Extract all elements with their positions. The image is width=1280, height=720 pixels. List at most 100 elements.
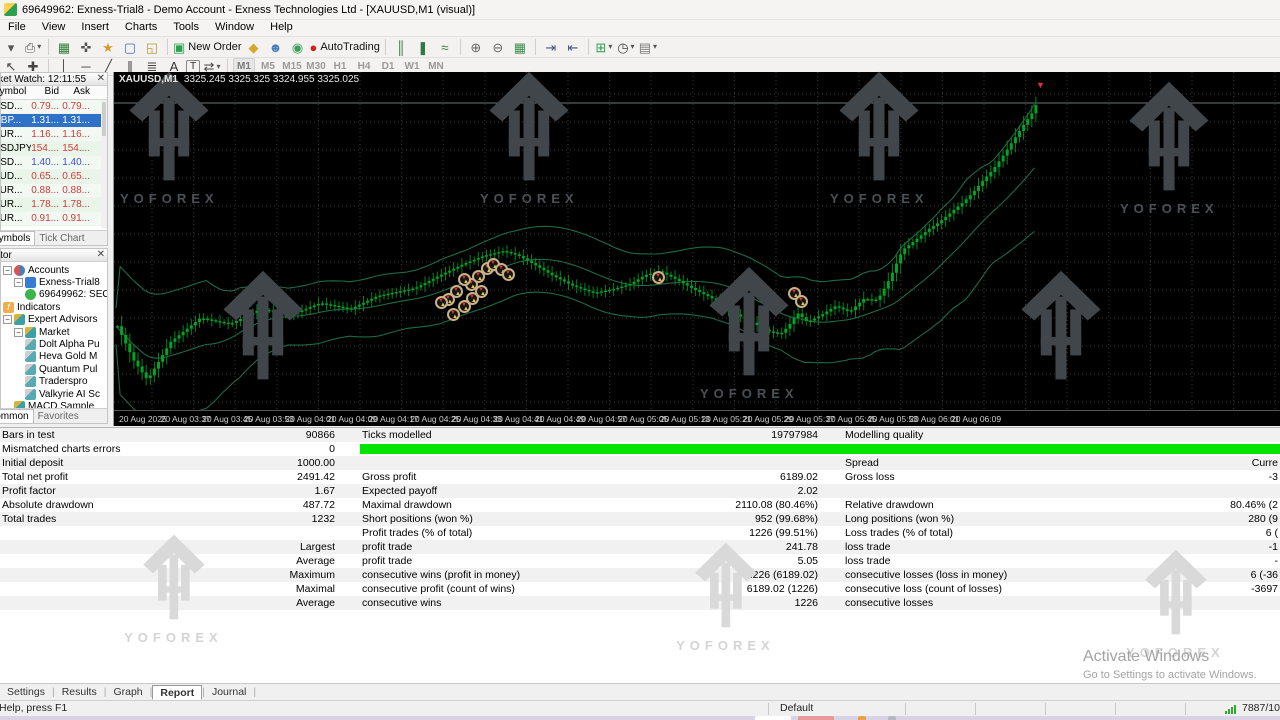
tile-windows-icon[interactable]: ▦	[510, 38, 530, 56]
navigator-item-accounts[interactable]: −Accounts	[1, 264, 107, 276]
market-watch-scrollbar[interactable]	[101, 100, 107, 228]
tab-tick-chart[interactable]: Tick Chart	[35, 232, 88, 245]
metaeditor-icon[interactable]: ◆	[243, 38, 263, 56]
bid-cell: 0.65...	[31, 171, 62, 182]
templates-button[interactable]: ▤▾	[638, 38, 658, 56]
column-header-symbol[interactable]: Symbol	[0, 86, 31, 99]
new-order-button[interactable]: ▣New Order	[173, 38, 241, 56]
chart-window[interactable]: XAUUSD,M13325.245 3325.325 3324.955 3325…	[113, 72, 1280, 426]
tester-tab-settings[interactable]: Settings	[0, 685, 52, 699]
trade-marker[interactable]: ▼▲	[458, 273, 471, 286]
title-bar[interactable]: 69649962: Exness-Trial8 - Demo Account -…	[0, 0, 1280, 20]
tab-symbols[interactable]: Symbols	[0, 231, 35, 245]
auto-scroll-icon[interactable]: ⇥	[541, 38, 561, 56]
menu-window[interactable]: Window	[207, 20, 262, 36]
close-icon[interactable]: ✕	[97, 249, 105, 260]
zoom-out-icon[interactable]: ⊖	[488, 38, 508, 56]
menu-file[interactable]: File	[0, 20, 34, 36]
status-profile[interactable]: Default	[780, 702, 900, 714]
navigator-item-traderspro[interactable]: Traderspro	[1, 376, 107, 388]
navigator-item-expert-advisors[interactable]: −Expert Advisors	[1, 314, 107, 326]
new-chart-dropdown[interactable]: ▾	[1, 38, 21, 56]
collapse-icon[interactable]: −	[3, 266, 12, 275]
tab-favorites[interactable]: Favorites	[34, 410, 83, 423]
tester-tab-journal[interactable]: Journal	[205, 685, 253, 699]
print-button[interactable]: ⎙▾	[23, 38, 43, 56]
chart-shift-icon[interactable]: ⇤	[563, 38, 583, 56]
profiles-icon[interactable]: ★	[98, 38, 118, 56]
trade-marker[interactable]: ▼▲	[652, 271, 665, 284]
report-label-1: Mismatched charts errors	[2, 443, 242, 455]
market-watch-row[interactable]: EUR...0.91...0.91...	[1, 212, 107, 226]
menu-tools[interactable]: Tools	[165, 20, 207, 36]
community-icon[interactable]: ◉	[287, 38, 307, 56]
data-window-toggle[interactable]: ◱	[142, 38, 162, 56]
report-row: Averageprofit trade5.05loss trade-	[0, 554, 1280, 568]
ea2-icon	[25, 364, 36, 375]
chevron-down-icon[interactable]: ▾	[37, 43, 41, 51]
ask-cell: 0.91...	[62, 213, 93, 224]
navigator-item-indicators[interactable]: fIndicators	[1, 301, 107, 313]
market-watch-row[interactable]: USD...1.40...1.40...	[1, 156, 107, 170]
market-watch-row[interactable]: USD...0.79...0.79...	[1, 100, 107, 114]
periods-button[interactable]: ◷▾	[616, 38, 636, 56]
navigator-item-macd-sample[interactable]: MACD Sample	[1, 400, 107, 408]
navigator-item-exness-trial8[interactable]: −Exness-Trial8	[1, 276, 107, 288]
buy-glyph: ▲	[463, 279, 469, 285]
navigator-item-dolt-alpha-pu[interactable]: Dolt Alpha Pu	[1, 338, 107, 350]
report-value-2: 1226 (99.51%)	[640, 527, 818, 539]
navigator-item-market[interactable]: −Market	[1, 326, 107, 338]
tester-tab-graph[interactable]: Graph	[106, 685, 149, 699]
collapse-icon[interactable]: −	[14, 278, 23, 287]
navigator-item-69649962-sec[interactable]: 69649962: SEC	[1, 289, 107, 301]
price-chart[interactable]	[114, 72, 1280, 410]
market-watch-toggle[interactable]: ▢	[120, 38, 140, 56]
market-watch-panel: Market Watch: 12:11:55 ✕ SymbolBidAsk US…	[0, 72, 108, 246]
tester-tab-strip: Settings|Results|Graph|Report|Journal|	[0, 683, 1280, 700]
collapse-icon[interactable]: −	[14, 328, 23, 337]
trade-marker[interactable]: ▼▲	[435, 296, 448, 309]
bar-chart-icon[interactable]: ║	[391, 38, 411, 56]
navigator-item-quantum-pul[interactable]: Quantum Pul	[1, 363, 107, 375]
activate-windows-watermark: Activate Windows Go to Settings to activ…	[1083, 648, 1257, 681]
zoom-in-icon[interactable]: ⊕	[466, 38, 486, 56]
menu-charts[interactable]: Charts	[117, 20, 165, 36]
column-header-bid[interactable]: Bid	[31, 86, 62, 99]
trade-marker[interactable]: ▼▲	[475, 285, 488, 298]
tester-tab-report[interactable]: Report	[152, 685, 202, 700]
market-watch-row[interactable]: GBP...1.31...1.31...	[1, 114, 107, 128]
navigator-tabs: CommonFavorites	[1, 408, 107, 423]
column-header-ask[interactable]: Ask	[62, 86, 93, 99]
indicators-button[interactable]: ⊞▾	[594, 38, 614, 56]
menu-insert[interactable]: Insert	[73, 20, 117, 36]
market-watch-row[interactable]: EUR...1.78...1.78...	[1, 198, 107, 212]
market-watch-row[interactable]: AUD...0.65...0.65...	[1, 170, 107, 184]
trade-marker[interactable]: ▼▲	[447, 308, 460, 321]
autotrading-button[interactable]: ●AutoTrading	[309, 38, 379, 56]
trade-marker[interactable]: ▼▲	[502, 268, 515, 281]
tester-tab-results[interactable]: Results	[55, 685, 104, 699]
trade-marker[interactable]: ▼▲	[450, 285, 463, 298]
navigator-item-valkyrie-ai-sc[interactable]: Valkyrie AI Sc	[1, 388, 107, 400]
chevron-down-icon[interactable]: ▾	[631, 43, 635, 51]
chevron-down-icon[interactable]: ▾	[653, 43, 657, 51]
chart-window-icon[interactable]: ▦	[54, 38, 74, 56]
trade-marker[interactable]: ▼▲	[795, 295, 808, 308]
chevron-down-icon[interactable]: ▾	[216, 63, 220, 71]
report-value-3: -1	[1150, 541, 1278, 553]
tab-common[interactable]: Common	[0, 409, 34, 423]
candlestick-icon[interactable]: ❚	[413, 38, 433, 56]
market-watch-row[interactable]: USDJPY154....154....	[1, 142, 107, 156]
report-value-3: 6 (	[1150, 527, 1278, 539]
line-chart-icon[interactable]: ≈	[435, 38, 455, 56]
terminal-icon[interactable]: ☻	[265, 38, 285, 56]
market-watch-row[interactable]: EUR...1.16...1.16...	[1, 128, 107, 142]
chevron-down-icon[interactable]: ▾	[608, 43, 612, 51]
navigator-item-heva-gold-m[interactable]: Heva Gold M	[1, 351, 107, 363]
menu-view[interactable]: View	[34, 20, 74, 36]
cursor-mode-icon[interactable]: ✜	[76, 38, 96, 56]
market-watch-row[interactable]: EUR...0.88...0.88...	[1, 184, 107, 198]
menu-help[interactable]: Help	[262, 20, 301, 36]
collapse-icon[interactable]: −	[3, 315, 12, 324]
close-icon[interactable]: ✕	[97, 73, 105, 84]
